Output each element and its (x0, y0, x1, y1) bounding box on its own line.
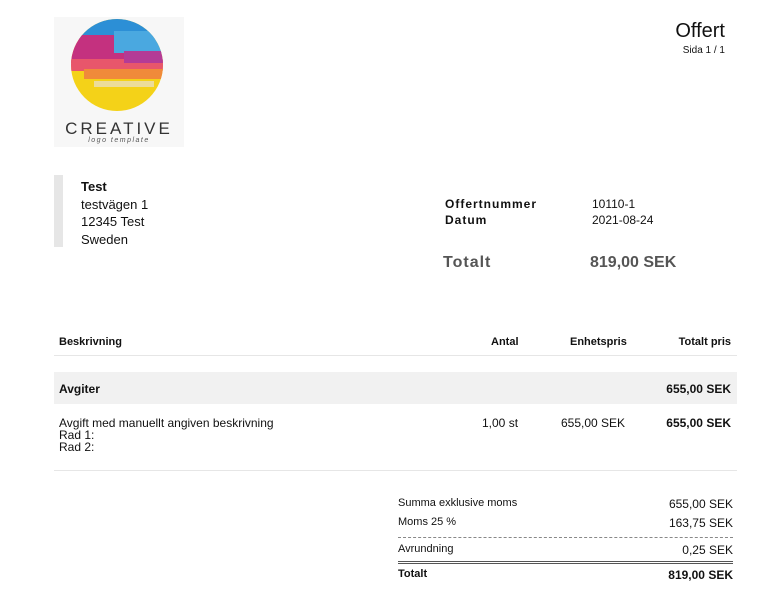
summary-vat-value: 163,75 SEK (668, 516, 733, 530)
item-unit-price: 655,00 SEK (561, 416, 626, 430)
offer-number-label: Offertnummer (445, 197, 538, 211)
header-total-value: 819,00 SEK (590, 254, 677, 271)
item-quantity: 1,00 st (482, 416, 519, 430)
summary-rounding-row: Avrundning 0,25 SEK (398, 543, 733, 563)
group-label: Avgiter (59, 382, 100, 396)
col-quantity: Antal (491, 336, 519, 348)
summary-rounding-value: 0,25 SEK (682, 543, 733, 557)
date-value: 2021-08-24 (592, 213, 654, 227)
item-total: 655,00 SEK (666, 416, 731, 430)
date-label: Datum (445, 213, 488, 227)
item-description: Avgift med manuellt angiven beskrivning … (59, 417, 274, 453)
summary-rounding-label: Avrundning (398, 543, 454, 555)
col-total-price: Totalt pris (678, 336, 731, 348)
recipient-country: Sweden (81, 231, 128, 247)
summary-excl-vat-row: Summa exklusive moms 655,00 SEK (398, 497, 733, 517)
summary-excl-vat-value: 655,00 SEK (668, 497, 733, 511)
recipient-city: 12345 Test (81, 214, 145, 229)
offer-number-value: 10110-1 (592, 197, 636, 211)
summary-total-row: Totalt 819,00 SEK (398, 568, 733, 588)
page-number: Sida 1 / 1 (682, 45, 725, 56)
header-total-label: Totalt (443, 254, 492, 271)
document-title: Offert (675, 20, 725, 42)
logo-subtext: logo template (88, 137, 150, 144)
summary-excl-vat-label: Summa exklusive moms (398, 497, 518, 509)
item-description-line3: Rad 2: (59, 440, 95, 454)
company-logo: CREATIVE logo template (54, 17, 184, 147)
recipient-name: Test (81, 179, 107, 194)
logo-wordmark: CREATIVE (65, 119, 173, 138)
col-unit-price: Enhetspris (570, 336, 627, 348)
summary-total-label: Totalt (398, 568, 428, 580)
summary-divider (398, 537, 733, 538)
summary-total-value: 819,00 SEK (668, 568, 733, 582)
recipient-accent-bar (54, 175, 63, 247)
col-description: Beskrivning (59, 336, 122, 348)
recipient-address: Test testvägen 1 12345 Test Sweden (81, 178, 148, 248)
group-row: Avgiter 655,00 SEK (54, 372, 737, 404)
table-row: Avgift med manuellt angiven beskrivning … (54, 404, 737, 471)
recipient-street: testvägen 1 (81, 196, 149, 212)
summary-vat-label: Moms 25 % (398, 516, 457, 528)
summary-total-divider (398, 561, 733, 564)
group-total: 655,00 SEK (666, 382, 731, 396)
table-header: Beskrivning Antal Enhetspris Totalt pris (54, 327, 737, 356)
summary-vat-row: Moms 25 % 163,75 SEK (398, 516, 733, 536)
